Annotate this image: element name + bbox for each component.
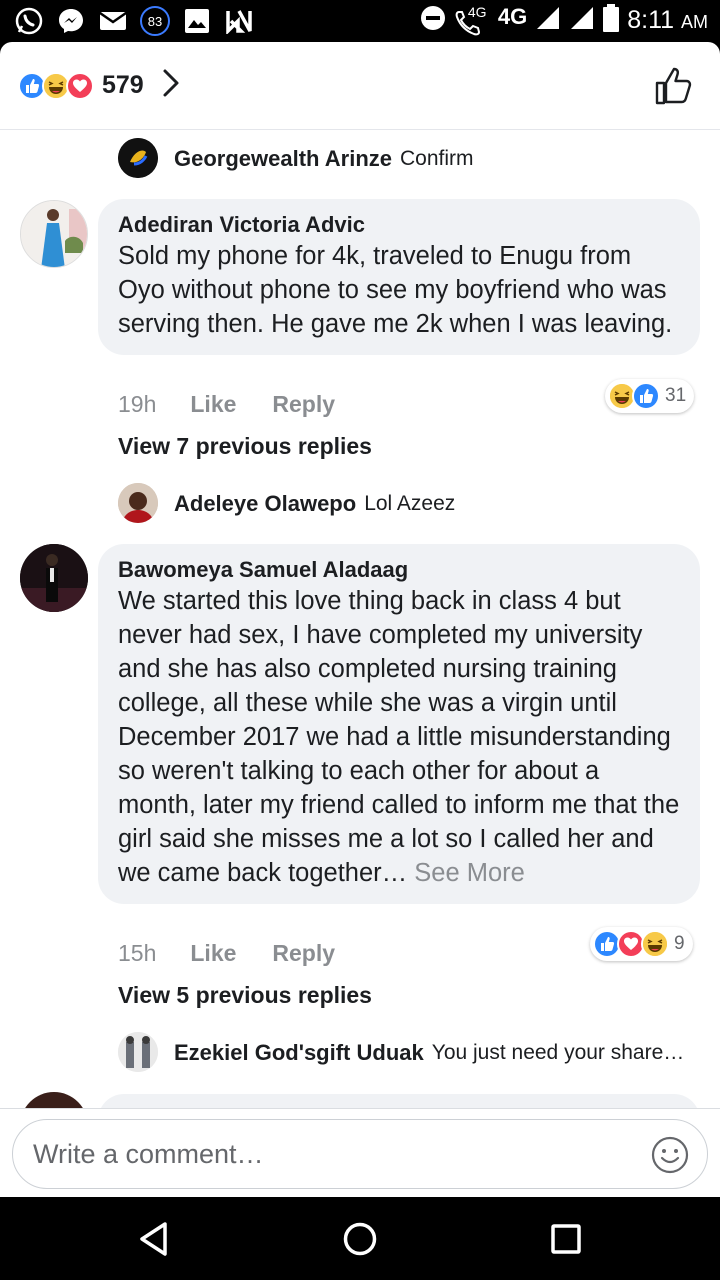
network-label: 4G <box>497 3 528 29</box>
love-reaction-icon <box>66 71 94 100</box>
reply-preview[interactable]: Georgewealth Arinze Confirm <box>118 146 474 172</box>
navigation-bar <box>0 1197 720 1280</box>
comment-input-placeholder: Write a comment… <box>33 1139 264 1169</box>
like-button[interactable]: Like <box>190 391 236 418</box>
comment-reaction-count: 9 <box>674 933 685 954</box>
comment-reactions[interactable]: 31 <box>605 379 695 413</box>
messenger-icon <box>56 6 86 36</box>
comment-timestamp: 15h <box>118 940 157 966</box>
notification-count-badge: 83 <box>140 6 170 36</box>
clock: 8:11 AM <box>627 6 708 34</box>
comment-reaction-count: 31 <box>665 385 687 406</box>
see-more-link[interactable]: See More <box>414 859 525 887</box>
comment-actions: 19h Like Reply <box>118 391 335 418</box>
reply-author-name[interactable]: Ezekiel God'sgift Uduak <box>174 1040 424 1066</box>
avatar[interactable] <box>20 200 88 268</box>
comment-bubble[interactable]: Adediran Victoria Advic Sold my phone fo… <box>98 199 700 355</box>
thumbs-up-icon[interactable] <box>654 66 694 111</box>
reply-text: Confirm <box>400 147 474 170</box>
reply-button[interactable]: Reply <box>272 391 335 418</box>
recents-icon[interactable] <box>546 1219 586 1259</box>
reactions-header: 579 <box>0 42 720 130</box>
signal-icon <box>535 5 561 36</box>
comment-actions: 15h Like Reply <box>118 940 335 967</box>
reaction-count: 579 <box>102 71 144 99</box>
comment-author-name[interactable]: Bawomeya Samuel Aladaag <box>118 556 680 584</box>
reply-button[interactable]: Reply <box>272 940 335 967</box>
avatar[interactable] <box>20 544 88 612</box>
reply-author-name[interactable]: Georgewealth Arinze <box>174 146 392 172</box>
comment-text: Sold my phone for 4k, traveled to Enugu … <box>118 242 673 338</box>
status-bar: 83 4G 4G 8:11 AM <box>0 0 720 42</box>
like-button[interactable]: Like <box>190 940 236 967</box>
reply-author-name[interactable]: Adeleye Olawepo <box>174 491 356 517</box>
signal-icon <box>569 5 595 36</box>
mail-icon <box>98 6 128 36</box>
reaction-summary[interactable]: 579 <box>18 68 180 103</box>
chevron-right-icon <box>162 68 180 103</box>
comment-reactions[interactable]: 9 <box>590 927 693 961</box>
comment-bubble[interactable]: Bawomeya Samuel Aladaag We started this … <box>98 544 700 904</box>
back-icon[interactable] <box>134 1219 174 1259</box>
view-previous-replies[interactable]: View 5 previous replies <box>118 982 372 1009</box>
reply-preview[interactable]: Ezekiel God'sgift Uduak You just need yo… <box>118 1040 684 1066</box>
volte-call-icon: 4G <box>454 3 490 36</box>
comments-panel: 579 Georgewealth Arinze Confirm Adediran… <box>0 42 720 1197</box>
comment-input[interactable]: Write a comment… <box>12 1119 708 1189</box>
like-reaction-icon <box>632 382 660 410</box>
network-small-label: 4G <box>467 3 487 20</box>
reply-text: Lol Azeez <box>364 492 456 515</box>
whatsapp-icon <box>14 6 44 36</box>
gallery-icon <box>182 6 212 36</box>
view-previous-replies[interactable]: View 7 previous replies <box>118 433 372 460</box>
haha-reaction-icon <box>641 930 669 958</box>
battery-icon <box>603 4 620 37</box>
home-icon[interactable] <box>340 1219 380 1259</box>
comment-timestamp: 19h <box>118 391 157 417</box>
comment-author-name[interactable]: Adediran Victoria Advic <box>118 211 680 239</box>
reply-text: You just need your share… <box>431 1041 685 1064</box>
nfc-icon <box>224 6 254 36</box>
emoji-icon[interactable] <box>651 1136 689 1179</box>
comment-composer: Write a comment… <box>0 1108 720 1197</box>
dnd-icon <box>420 5 446 36</box>
comment-text: We started this love thing back in class… <box>118 587 680 887</box>
reply-preview[interactable]: Adeleye Olawepo Lol Azeez <box>118 491 455 517</box>
